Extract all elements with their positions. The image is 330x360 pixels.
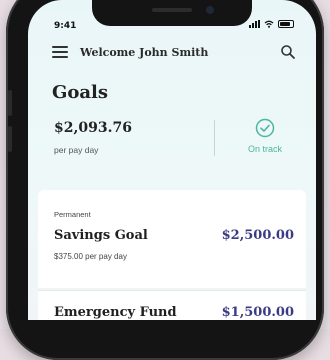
volume-down-button — [8, 126, 12, 152]
app-screen: 9:41 Welcome John Smith Goals $2,093.76 … — [28, 0, 316, 320]
front-camera — [206, 6, 214, 14]
page-title: Goals — [52, 82, 109, 103]
goal-name: Savings Goal — [54, 228, 148, 243]
battery-icon — [278, 20, 294, 28]
menu-icon[interactable] — [52, 46, 68, 58]
welcome-text: Welcome John Smith — [80, 45, 209, 59]
signal-icon — [249, 20, 260, 28]
app-header: Welcome John Smith — [52, 40, 296, 64]
status-icons — [249, 20, 294, 28]
status-time: 9:41 — [54, 21, 77, 31]
check-circle-icon — [255, 118, 275, 138]
divider — [214, 120, 215, 156]
speaker-grille — [152, 8, 192, 12]
goal-card-emergency[interactable]: Emergency Fund $1,500.00 — [38, 290, 306, 320]
goal-card-savings[interactable]: Permanent Savings Goal $2,500.00 $375.00… — [38, 190, 306, 288]
status-label: On track — [247, 144, 282, 154]
notch — [92, 0, 252, 26]
goal-name: Emergency Fund — [54, 305, 177, 320]
goal-value: $1,500.00 — [221, 305, 294, 320]
goals-amount: $2,093.76 — [54, 120, 132, 136]
status-badge: On track — [240, 118, 290, 154]
goal-tag: Permanent — [54, 210, 91, 219]
phone-frame: 9:41 Welcome John Smith Goals $2,093.76 … — [6, 0, 324, 360]
search-icon[interactable] — [280, 44, 296, 60]
volume-up-button — [8, 90, 12, 116]
goals-amount-caption: per pay day — [54, 145, 99, 155]
goal-per-pay: $375.00 per pay day — [54, 252, 127, 261]
wifi-icon — [264, 20, 274, 28]
goal-value: $2,500.00 — [221, 228, 294, 243]
